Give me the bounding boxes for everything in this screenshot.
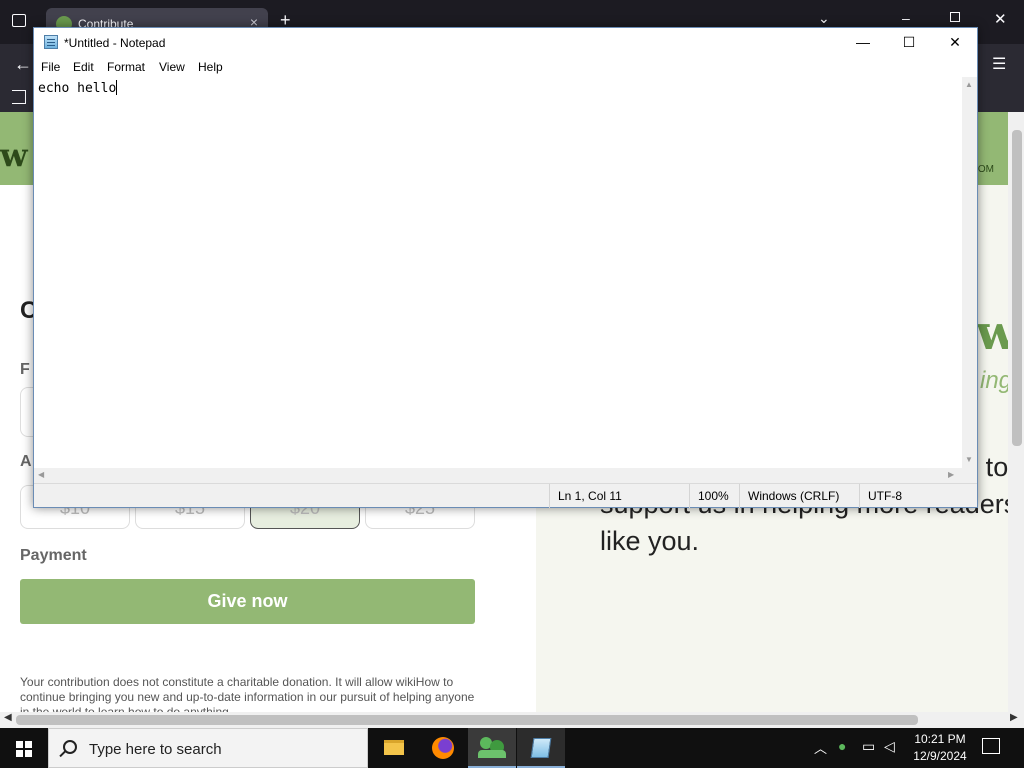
clock-time: 10:21 PM (914, 732, 966, 746)
payment-label: Payment (20, 547, 87, 564)
scrollbar-corner (962, 468, 977, 483)
taskbar-notepad[interactable] (517, 728, 565, 768)
browser-close-button[interactable]: ✕ (994, 10, 1007, 28)
text-editor-area[interactable]: echo hello (34, 77, 962, 468)
cursor-position: Ln 1, Col 11 (549, 484, 689, 508)
scroll-up-icon[interactable]: ▲ (965, 80, 973, 89)
taskbar-firefox[interactable] (419, 728, 467, 768)
give-now-button[interactable]: Give now (20, 579, 475, 624)
search-icon (63, 740, 77, 754)
taskbar: Type here to search ︿ ● ▭ ◁ 10:21 PM 12/… (0, 728, 1024, 768)
clock-date: 12/9/2024 (913, 749, 967, 763)
notepad-title-bar[interactable]: *Untitled - Notepad — ☐ ✕ (34, 28, 977, 58)
notepad-window: *Untitled - Notepad — ☐ ✕ File Edit Form… (33, 27, 978, 508)
menu-help[interactable]: Help (198, 60, 223, 74)
hamburger-menu-icon[interactable]: ☰ (992, 54, 1006, 74)
editor-vertical-scrollbar[interactable]: ▲ ▼ (962, 77, 977, 468)
people-tray-icon[interactable]: ● (838, 738, 846, 754)
maximize-button[interactable]: ☐ (886, 28, 932, 58)
start-button[interactable] (0, 728, 48, 768)
editor-horizontal-scrollbar[interactable]: ◀ ▶ (34, 468, 962, 483)
scroll-thumb[interactable] (16, 715, 918, 725)
search-placeholder: Type here to search (89, 741, 222, 758)
site-logo[interactable]: w (0, 136, 28, 174)
zoom-level: 100% (689, 484, 739, 508)
page-horizontal-scrollbar[interactable]: ◀ ▶ (0, 712, 1024, 728)
amount-label: A (20, 453, 32, 470)
menu-format[interactable]: Format (107, 60, 145, 74)
windows-logo-icon (16, 741, 32, 757)
network-icon[interactable]: ▭ (862, 738, 875, 755)
text-caret (116, 80, 118, 95)
page-vertical-scrollbar[interactable] (1008, 112, 1024, 712)
browser-minimize-button[interactable]: – (902, 10, 910, 26)
tab-overview-icon[interactable] (12, 14, 26, 27)
browser-restore-button[interactable] (950, 12, 960, 22)
editor-text: echo hello (38, 81, 117, 96)
signin-icon[interactable] (12, 90, 26, 104)
notepad-app-icon (44, 35, 58, 49)
people-base-icon (478, 750, 506, 758)
scroll-thumb[interactable] (1012, 130, 1022, 446)
scroll-right-icon[interactable]: ▶ (948, 470, 954, 479)
encoding: UTF-8 (859, 484, 962, 508)
scroll-right-icon[interactable]: ▶ (1010, 712, 1018, 723)
scroll-left-icon[interactable]: ◀ (38, 470, 44, 479)
line-ending: Windows (CRLF) (739, 484, 859, 508)
site-header-link[interactable]: OM (978, 164, 994, 175)
taskbar-search-box[interactable]: Type here to search (48, 728, 368, 768)
notepad-menu-bar: File Edit Format View Help (34, 58, 977, 77)
window-title: *Untitled - Notepad (64, 36, 166, 50)
scroll-left-icon[interactable]: ◀ (4, 712, 12, 723)
close-button[interactable]: ✕ (932, 28, 978, 58)
minimize-button[interactable]: — (840, 28, 886, 58)
tab-list-chevron-icon[interactable]: ⌄ (818, 10, 830, 27)
system-clock[interactable]: 10:21 PM 12/9/2024 (904, 731, 976, 765)
back-arrow-icon[interactable]: ← (14, 54, 32, 75)
menu-view[interactable]: View (159, 60, 185, 74)
menu-file[interactable]: File (41, 60, 60, 74)
notepad-icon (530, 738, 552, 758)
show-hidden-icons-icon[interactable]: ︿ (814, 738, 827, 757)
notepad-status-bar: Ln 1, Col 11 100% Windows (CRLF) UTF-8 (34, 483, 977, 508)
taskbar-file-explorer[interactable] (370, 728, 418, 768)
from-label: F (20, 361, 30, 378)
menu-edit[interactable]: Edit (73, 60, 94, 74)
firefox-icon (432, 737, 454, 759)
folder-icon (384, 740, 404, 755)
scroll-down-icon[interactable]: ▼ (965, 455, 973, 464)
taskbar-people-app[interactable] (468, 728, 516, 768)
notification-center-icon[interactable] (982, 738, 1000, 754)
volume-icon[interactable]: ◁ (884, 738, 895, 755)
